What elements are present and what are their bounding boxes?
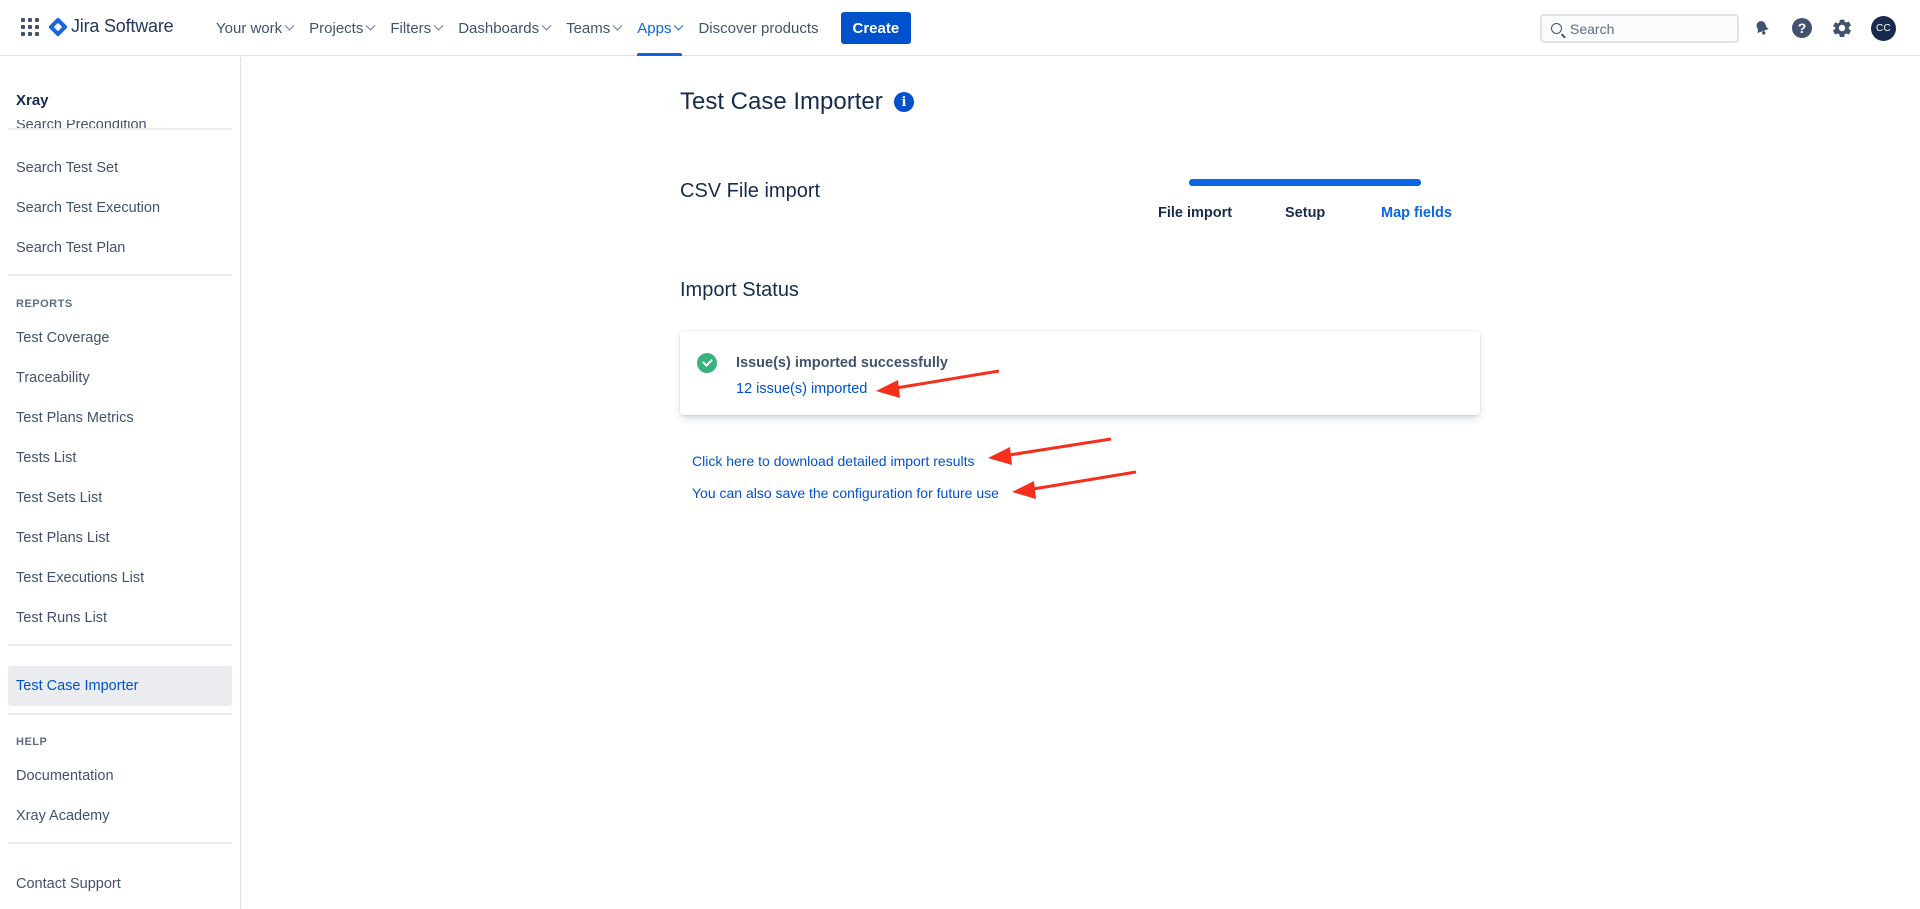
step-map-fields: Map fields [1381,205,1452,221]
arrow-annotation [988,437,1112,465]
search-field[interactable] [1540,14,1739,43]
top-navigation: Jira Software Your work Projects Filters… [0,0,1920,56]
sidebar-item-test-sets-list[interactable]: Test Sets List [8,478,232,518]
sidebar-section-reports: REPORTS [16,298,73,310]
divider [8,842,232,844]
chevron-down-icon [541,20,552,31]
divider [8,713,232,715]
sidebar-title: Xray [16,92,49,109]
sidebar-item-tests-list[interactable]: Tests List [8,438,232,478]
gear-icon[interactable] [1830,16,1854,40]
logo-text: Jira Software [71,16,174,36]
nav-filters[interactable]: Filters [382,0,450,56]
nav-projects[interactable]: Projects [301,0,382,56]
chevron-down-icon [365,20,376,31]
step-setup: Setup [1285,205,1326,221]
jira-logo[interactable]: Jira Software [48,16,174,37]
chevron-down-icon [284,20,295,31]
divider [8,644,232,646]
app-switcher-icon[interactable] [21,18,39,36]
bell-icon[interactable] [1750,16,1774,40]
progress-fill [1189,179,1421,186]
sidebar-item-traceability[interactable]: Traceability [8,358,232,398]
chevron-down-icon [612,20,623,31]
help-icon[interactable]: ? [1790,16,1814,40]
sidebar-item-search-test-plan[interactable]: Search Test Plan [8,228,232,268]
nav-label: Discover products [698,19,819,37]
download-results-link[interactable]: Click here to download detailed import r… [692,453,974,469]
search-icon [1551,23,1562,34]
issues-imported-link[interactable]: 12 issue(s) imported [736,381,867,397]
import-status-card: Issue(s) imported successfully 12 issue(… [680,331,1480,415]
nav-discover-products[interactable]: Discover products [690,0,826,56]
sidebar-item-test-runs-list[interactable]: Test Runs List [8,598,232,638]
jira-logo-icon [48,16,68,37]
sidebar-section-help: HELP [16,736,48,748]
search-input[interactable] [1570,20,1720,37]
sidebar-item-contact-support[interactable]: Contact Support [8,864,232,904]
avatar[interactable]: CC [1871,16,1896,41]
import-status-title: Import Status [680,279,799,301]
info-icon[interactable]: i [894,92,914,112]
divider [8,128,232,130]
sidebar-item-test-case-importer[interactable]: Test Case Importer [8,666,232,706]
csv-import-title: CSV File import [680,180,821,202]
check-circle-icon [697,353,717,373]
chevron-down-icon [433,20,444,31]
nav-label: Apps [637,19,672,37]
main-nav: Your work Projects Filters Dashboards Te… [208,0,912,56]
nav-label: Filters [390,19,432,37]
step-file-import: File import [1158,205,1233,221]
sidebar-item-test-coverage[interactable]: Test Coverage [8,318,232,358]
sidebar: Xray Search Precondition Search Test Set… [0,57,241,909]
nav-your-work[interactable]: Your work [208,0,301,56]
sidebar-item-test-plans-metrics[interactable]: Test Plans Metrics [8,398,232,438]
save-configuration-link[interactable]: You can also save the configuration for … [692,485,999,501]
sidebar-item-search-test-set[interactable]: Search Test Set [8,148,232,188]
create-button[interactable]: Create [840,12,912,44]
sidebar-item-documentation[interactable]: Documentation [8,756,232,796]
divider [8,274,232,276]
nav-label: Teams [566,19,611,37]
import-progress-bar [1189,179,1421,186]
status-heading: Issue(s) imported successfully [736,355,948,371]
sidebar-scroll-clip: Search Precondition [0,120,240,134]
sidebar-item-xray-academy[interactable]: Xray Academy [8,796,232,836]
nav-dashboards[interactable]: Dashboards [450,0,558,56]
arrow-annotation [1012,470,1137,499]
nav-teams[interactable]: Teams [558,0,629,56]
sidebar-item-test-plans-list[interactable]: Test Plans List [8,518,232,558]
page-title: Test Case Importer [680,88,883,115]
nav-label: Your work [216,19,283,37]
nav-label: Dashboards [458,19,540,37]
nav-label: Projects [309,19,364,37]
sidebar-item-search-precondition[interactable]: Search Precondition [8,120,232,134]
chevron-down-icon [674,20,684,31]
sidebar-item-search-test-execution[interactable]: Search Test Execution [8,188,232,228]
nav-apps[interactable]: Apps [629,0,690,56]
sidebar-item-test-executions-list[interactable]: Test Executions List [8,558,232,598]
